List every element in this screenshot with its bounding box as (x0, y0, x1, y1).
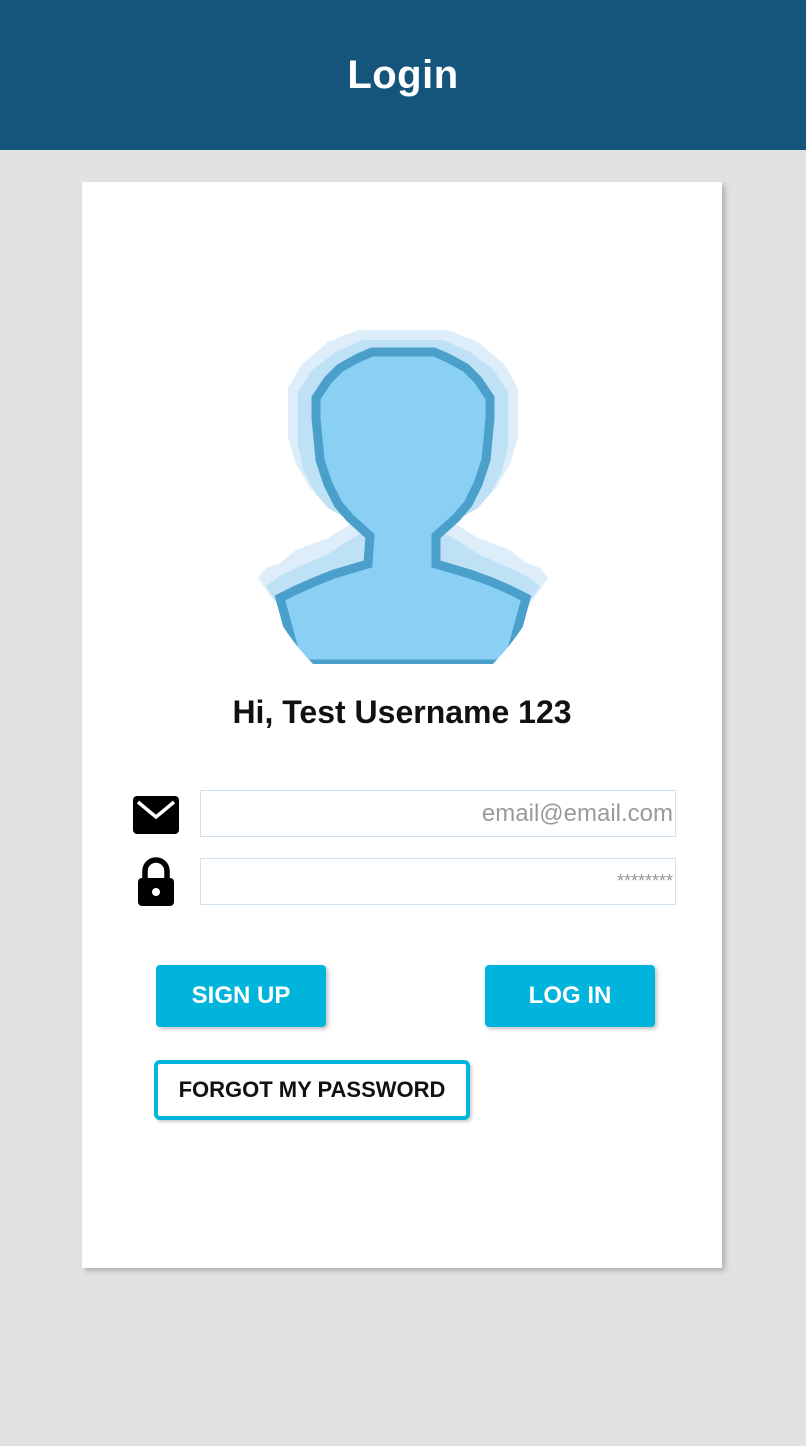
user-silhouette-icon (258, 330, 548, 664)
password-input[interactable] (200, 858, 676, 905)
sign-up-button[interactable]: SIGN UP (156, 965, 326, 1027)
email-input[interactable] (200, 790, 676, 837)
avatar (258, 330, 548, 664)
greeting-text: Hi, Test Username 123 (232, 694, 572, 730)
login-card: Hi, Test Username 123 SIGN UP LOG IN FOR… (82, 182, 722, 1268)
app-header: Login (0, 0, 806, 150)
forgot-password-button[interactable]: FORGOT MY PASSWORD (154, 1060, 470, 1120)
page-title: Login (347, 52, 459, 97)
mail-icon (132, 792, 180, 840)
lock-icon (132, 856, 180, 906)
log-in-button[interactable]: LOG IN (485, 965, 655, 1027)
